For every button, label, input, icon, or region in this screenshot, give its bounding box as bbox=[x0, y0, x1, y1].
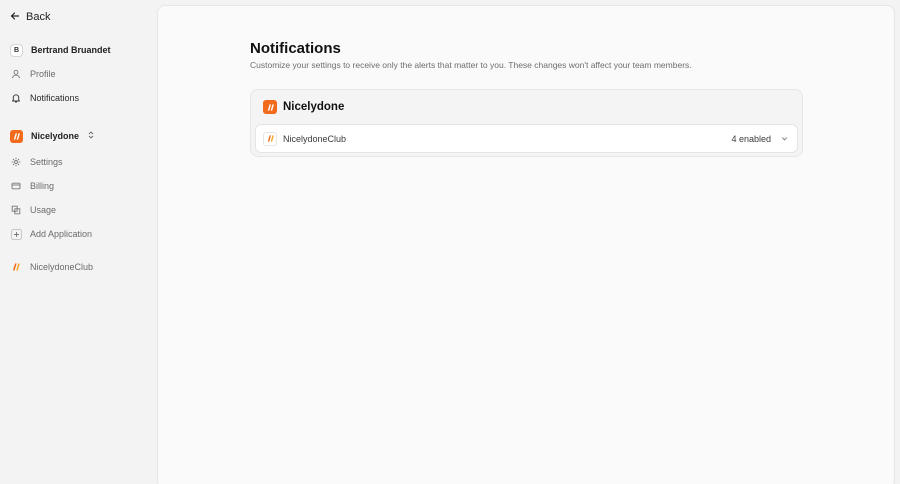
enabled-count: 4 enabled bbox=[731, 133, 771, 144]
chevron-updown-icon bbox=[87, 130, 95, 142]
arrow-left-icon bbox=[10, 8, 20, 26]
card-title: Nicelydone bbox=[283, 101, 345, 113]
user-name: Bertrand Bruandet bbox=[31, 45, 111, 55]
sidebar-item-label: Usage bbox=[30, 205, 57, 215]
sidebar-item-label: NicelydoneClub bbox=[30, 262, 94, 272]
sidebar-item-label: Settings bbox=[30, 157, 63, 167]
app-name: NicelydoneClub bbox=[283, 133, 347, 144]
sidebar-item-billing[interactable]: Billing bbox=[8, 176, 148, 196]
nicelydone-logo-icon bbox=[263, 100, 277, 114]
plus-icon bbox=[10, 228, 22, 240]
back-label: Back bbox=[26, 11, 51, 23]
sidebar-item-label: Billing bbox=[30, 181, 55, 191]
sidebar-item-add-application[interactable]: Add Application bbox=[8, 224, 148, 244]
user-icon bbox=[10, 68, 22, 80]
sidebar-item-usage[interactable]: Usage bbox=[8, 200, 148, 220]
avatar: B bbox=[10, 43, 23, 57]
sidebar-item-label: Notifications bbox=[30, 93, 80, 103]
page-subtitle: Customize your settings to receive only … bbox=[250, 60, 692, 70]
credit-card-icon bbox=[10, 180, 22, 192]
nicelydone-logo-icon bbox=[263, 131, 277, 146]
sidebar-item-notifications[interactable]: Notifications bbox=[8, 88, 148, 108]
sidebar-item-nicelydoneclub[interactable]: NicelydoneClub bbox=[8, 257, 148, 277]
gear-icon bbox=[10, 156, 22, 168]
back-button[interactable]: Back bbox=[10, 9, 50, 25]
workspace-switcher[interactable]: Nicelydone bbox=[8, 126, 148, 146]
page-title: Notifications bbox=[250, 40, 341, 57]
app-notification-row[interactable]: NicelydoneClub 4 enabled bbox=[255, 124, 798, 153]
nicelydone-logo-icon bbox=[10, 129, 23, 143]
bell-icon bbox=[10, 92, 22, 104]
sidebar: Back B Bertrand Bruandet Profile Notific… bbox=[0, 0, 156, 484]
workspace-name: Nicelydone bbox=[31, 131, 80, 141]
main-panel: Notifications Customize your settings to… bbox=[157, 5, 895, 484]
nicelydone-logo-icon bbox=[10, 261, 22, 273]
sidebar-item-profile[interactable]: Profile bbox=[8, 64, 148, 84]
box-icon bbox=[10, 204, 22, 216]
card-header: Nicelydone bbox=[263, 100, 344, 114]
workspace-notification-card: Nicelydone NicelydoneClub 4 enabled bbox=[250, 89, 803, 157]
sidebar-item-settings[interactable]: Settings bbox=[8, 152, 148, 172]
chevron-down-icon[interactable] bbox=[779, 134, 789, 144]
sidebar-item-label: Add Application bbox=[30, 229, 93, 239]
user-profile-row[interactable]: B Bertrand Bruandet bbox=[8, 40, 148, 60]
sidebar-item-label: Profile bbox=[30, 69, 56, 79]
